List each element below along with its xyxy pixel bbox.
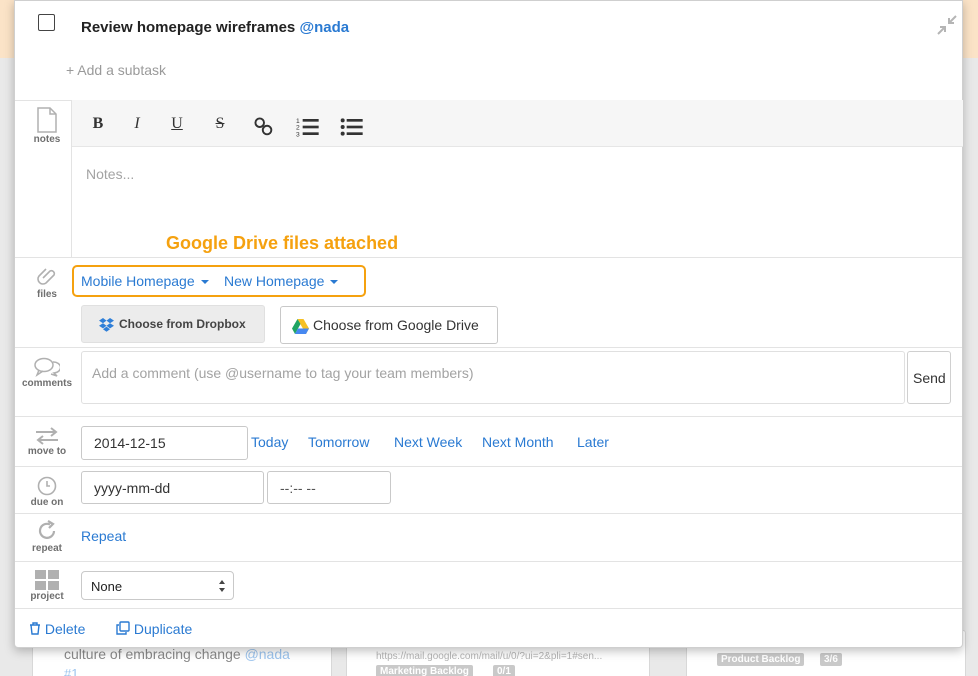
repeat-section-label: repeat (15, 520, 79, 554)
editor-toolbar: B I U S 1 2 3 (72, 100, 963, 147)
duplicate-label: Duplicate (133, 621, 193, 637)
task-title[interactable]: Review homepage wireframes @nada (81, 19, 349, 36)
ordered-list-icon[interactable]: 1 2 3 (296, 116, 320, 138)
background-card-text: culture of embracing change @nada (64, 646, 290, 662)
project-label: project (30, 591, 64, 602)
italic-button[interactable]: I (125, 113, 149, 135)
add-subtask-link[interactable]: + Add a subtask (66, 62, 166, 78)
task-mention[interactable]: @nada (299, 19, 349, 36)
dropbox-button-label: Choose from Dropbox (119, 317, 246, 331)
duplicate-icon (116, 621, 130, 635)
bullet-list-icon[interactable] (340, 116, 364, 138)
move-to-label: move to (27, 446, 67, 457)
delete-task-link[interactable]: Delete (29, 621, 85, 637)
notes-label: notes (33, 134, 61, 145)
attached-file-mobile-homepage[interactable]: Mobile Homepage (81, 273, 209, 289)
due-date-placeholder: yyyy-mm-dd (94, 480, 171, 496)
move-to-date-value: 2014-12-15 (94, 435, 166, 451)
move-next-week-link[interactable]: Next Week (394, 434, 462, 450)
svg-text:3: 3 (296, 131, 300, 138)
comment-input[interactable]: Add a comment (use @username to tag your… (81, 351, 905, 404)
project-select-value: None (91, 579, 123, 594)
background-card-count: 3/6 (820, 653, 842, 666)
trash-icon (30, 622, 40, 635)
google-drive-icon (292, 319, 309, 334)
chevron-down-icon (330, 280, 339, 285)
task-title-text: Review homepage wireframes (81, 19, 296, 36)
link-icon[interactable] (252, 116, 276, 138)
underline-button[interactable]: U (165, 113, 189, 135)
duplicate-task-link[interactable]: Duplicate (116, 621, 192, 637)
send-comment-button[interactable]: Send (907, 351, 951, 404)
document-icon (37, 107, 57, 133)
notes-textarea[interactable]: Notes... (86, 166, 134, 182)
divider (15, 561, 962, 562)
project-section-label: project (15, 570, 79, 602)
move-today-link[interactable]: Today (251, 434, 288, 450)
attached-file-new-homepage[interactable]: New Homepage (224, 273, 339, 289)
due-time-placeholder: --:-- -- (280, 480, 316, 496)
due-date-input[interactable]: yyyy-mm-dd (81, 471, 264, 504)
files-section-label: files (15, 266, 79, 300)
move-arrows-icon (36, 427, 58, 445)
divider (15, 347, 962, 348)
google-drive-button-label: Choose from Google Drive (313, 317, 479, 333)
repeat-link[interactable]: Repeat (81, 528, 126, 544)
choose-from-dropbox-button[interactable]: Choose from Dropbox (81, 305, 265, 343)
move-tomorrow-link[interactable]: Tomorrow (308, 434, 369, 450)
divider (15, 466, 962, 467)
collapse-icon[interactable] (936, 14, 958, 36)
paperclip-icon (37, 268, 56, 285)
divider (15, 257, 962, 258)
comments-section-label: comments (15, 357, 79, 389)
task-detail-modal: Review homepage wireframes @nada + Add a… (14, 0, 963, 648)
repeat-label: repeat (31, 543, 62, 554)
clock-icon (37, 476, 57, 496)
bold-button[interactable]: B (86, 113, 110, 135)
strikethrough-button[interactable]: S (208, 113, 232, 135)
annotation-callout: Google Drive files attached (166, 233, 399, 253)
select-arrows-icon (219, 580, 225, 592)
comment-placeholder: Add a comment (use @username to tag your… (92, 365, 474, 381)
background-card-url: https://mail.google.com/mail/u/0/?ui=2&p… (376, 651, 603, 662)
dropbox-icon (99, 318, 114, 332)
notes-section-label: notes (15, 107, 79, 145)
background-card-tag: Marketing Backlog (376, 665, 473, 676)
files-label: files (36, 289, 57, 300)
move-next-month-link[interactable]: Next Month (482, 434, 554, 450)
delete-label: Delete (44, 621, 86, 637)
move-to-section-label: move to (15, 427, 79, 457)
background-card-tag: Product Backlog (717, 653, 805, 666)
send-button-label: Send (913, 370, 946, 386)
divider (15, 513, 962, 514)
due-time-input[interactable]: --:-- -- (267, 471, 391, 504)
task-complete-checkbox[interactable] (38, 14, 55, 31)
due-on-section-label: due on (15, 476, 79, 508)
choose-from-google-drive-button[interactable]: Choose from Google Drive (280, 306, 498, 344)
chevron-down-icon (200, 280, 209, 285)
due-on-label: due on (30, 497, 64, 508)
background-card-number: #1 (64, 666, 79, 676)
project-select[interactable]: None (81, 571, 234, 600)
move-to-date-input[interactable]: 2014-12-15 (81, 426, 248, 460)
divider (15, 608, 962, 609)
divider (15, 416, 962, 417)
project-grid-icon (35, 570, 59, 590)
move-later-link[interactable]: Later (577, 434, 609, 450)
background-card-count: 0/1 (493, 665, 515, 676)
comment-bubbles-icon (34, 357, 60, 377)
comments-label: comments (21, 378, 72, 389)
repeat-icon (38, 520, 56, 539)
